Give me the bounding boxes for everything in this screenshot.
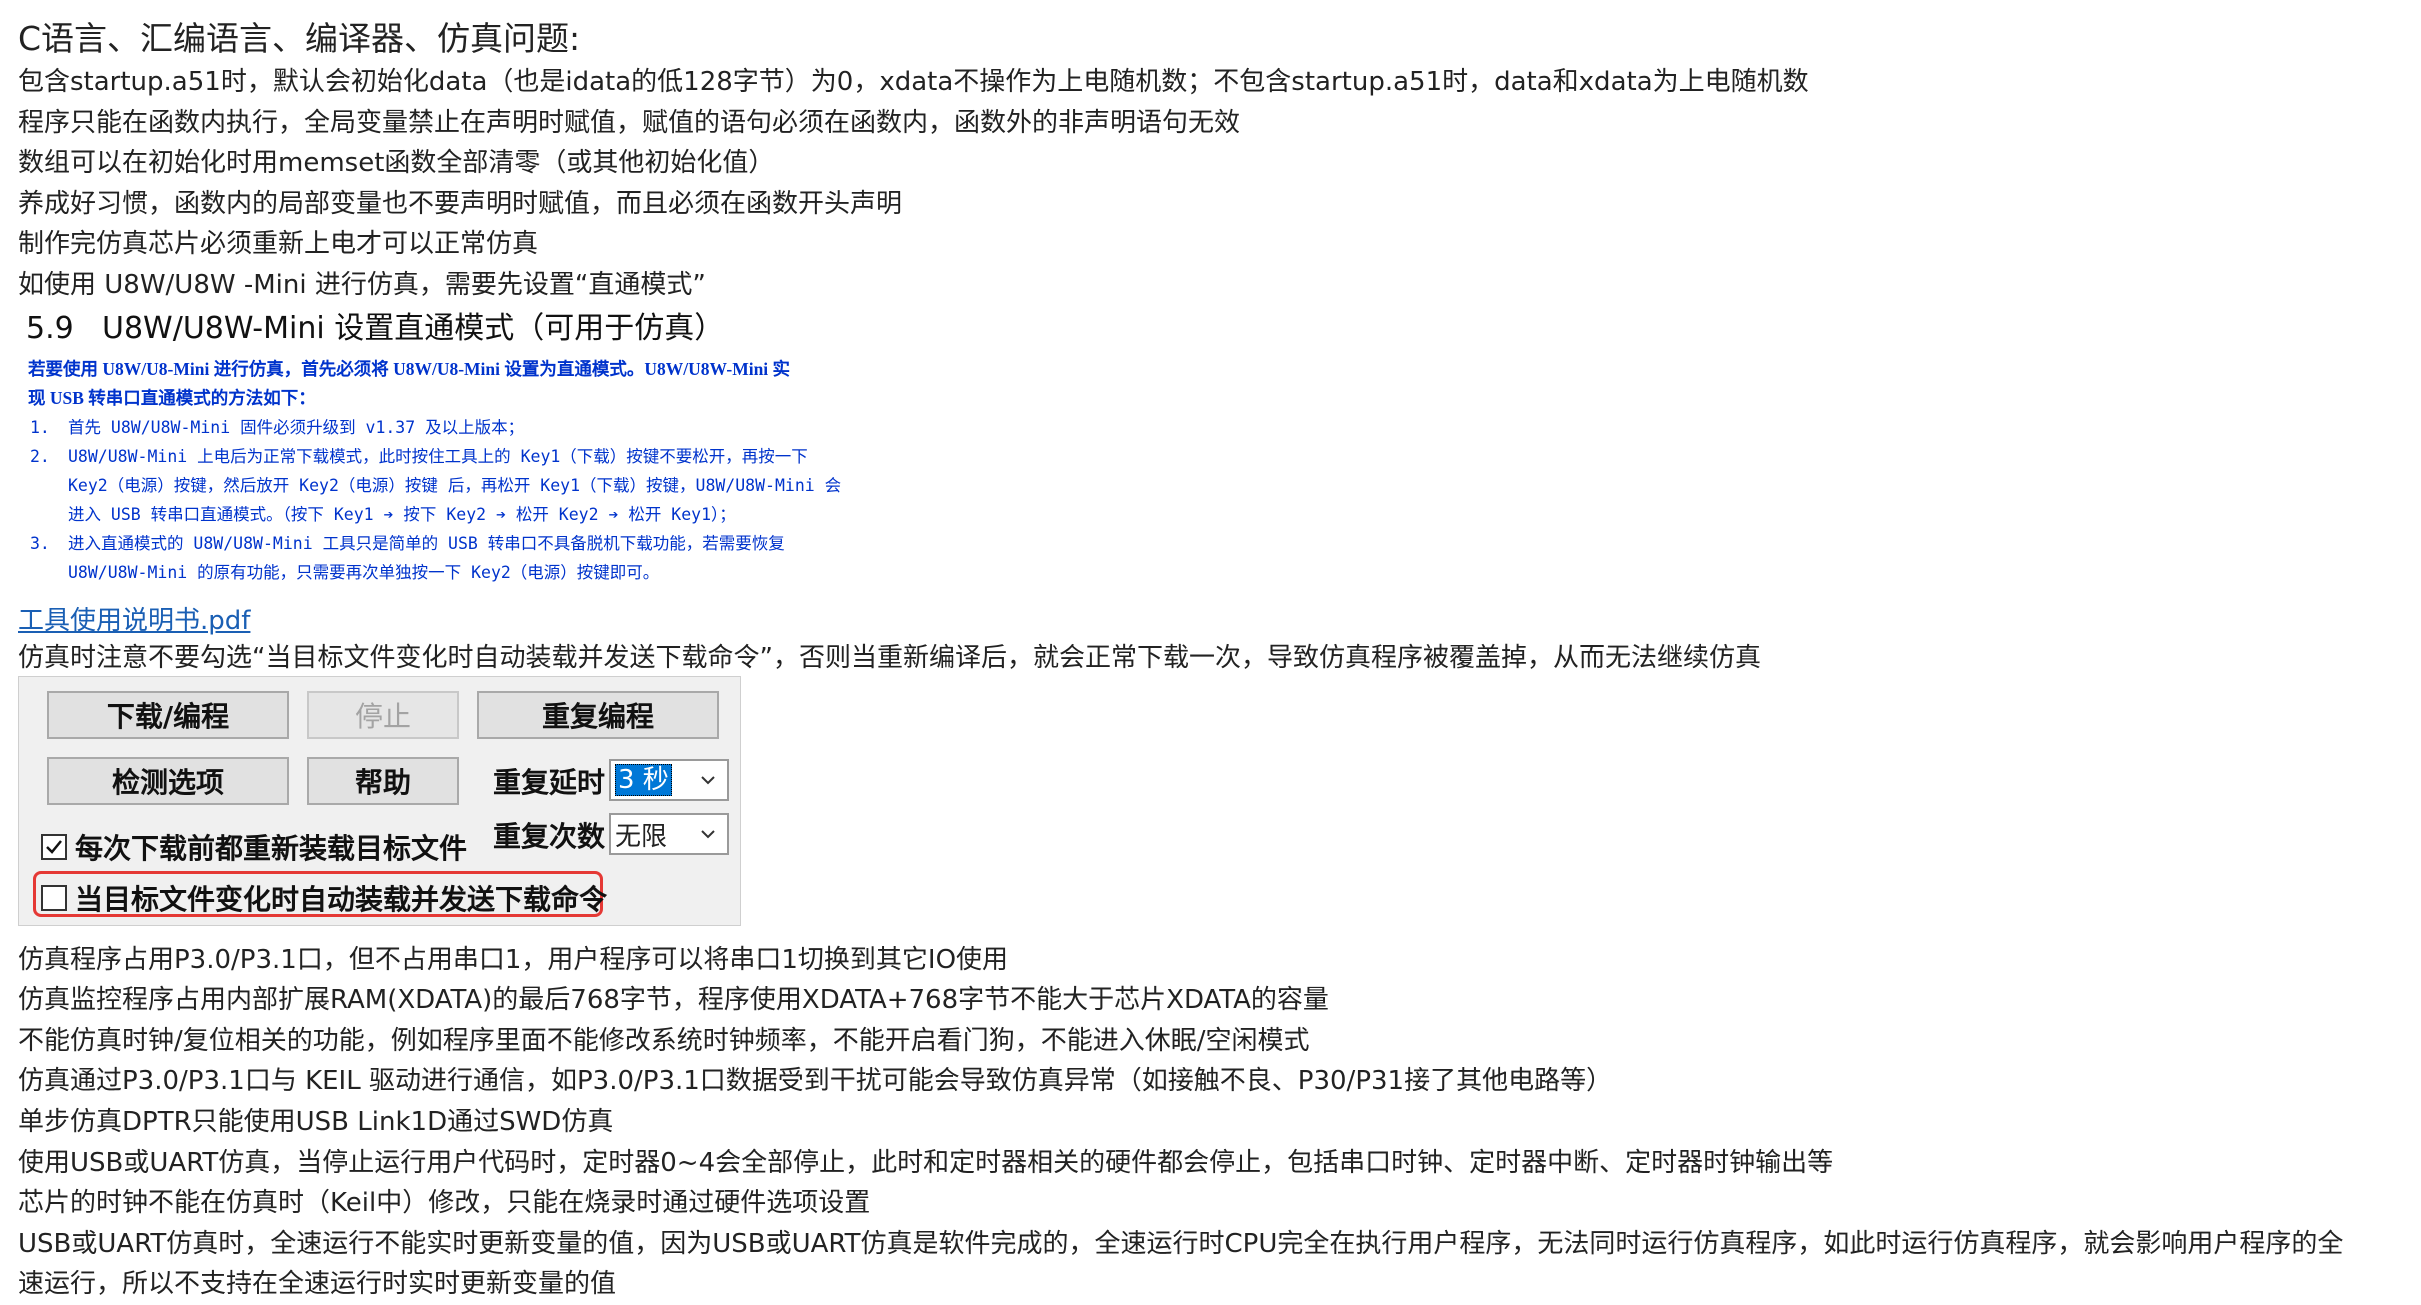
text-line: 不能仿真时钟/复位相关的功能，例如程序里面不能修改系统时钟频率，不能开启看门狗，… xyxy=(18,1026,1310,1056)
manual-pdf-link[interactable]: 工具使用说明书.pdf xyxy=(18,600,250,637)
item-line: U8W/U8W-Mini 上电后为正常下载模式，此时按住工具上的 Key1（下载… xyxy=(68,447,808,466)
text-line: 数组可以在初始化时用memset函数全部清零（或其他初始化值） xyxy=(18,148,775,178)
item-line: 进入直通模式的 U8W/U8W-Mini 工具只是简单的 USB 转串口不具备脱… xyxy=(68,534,785,553)
chevron-down-icon xyxy=(701,830,715,839)
reload-target-label: 每次下载前都重新装载目标文件 xyxy=(75,832,468,865)
instruction-item: 2. U8W/U8W-Mini 上电后为正常下载模式，此时按住工具上的 Key1… xyxy=(28,442,928,529)
text-line: 仿真监控程序占用内部扩展RAM(XDATA)的最后768字节，程序使用XDATA… xyxy=(18,985,1329,1015)
reload-target-checkbox[interactable]: 每次下载前都重新装载目标文件 xyxy=(41,827,467,867)
repeat-delay-select[interactable]: 3 秒 xyxy=(609,759,729,801)
text-line: 程序只能在函数内执行，全局变量禁止在声明时赋值，赋值的语句必须在函数内，函数外的… xyxy=(18,108,1241,138)
download-program-button[interactable]: 下载/编程 xyxy=(47,691,289,739)
text-line: 速运行，所以不支持在全速运行时实时更新变量的值 xyxy=(18,1269,617,1299)
warning-line: 仿真时注意不要勾选“当目标文件变化时自动装载并发送下载命令”，否则当重新编译后，… xyxy=(18,643,1761,673)
checkbox-box xyxy=(41,834,67,860)
repeat-delay-label: 重复延时 xyxy=(493,766,606,799)
item-number: 3. xyxy=(30,534,50,553)
repeat-program-button[interactable]: 重复编程 xyxy=(477,691,719,739)
page-title: C语言、汇编语言、编译器、仿真问题: xyxy=(18,19,581,58)
stop-button[interactable]: 停止 xyxy=(307,691,459,739)
instruction-intro-line: 现 USB 转串口直通模式的方法如下： xyxy=(28,388,316,408)
instruction-item: 3. 进入直通模式的 U8W/U8W-Mini 工具只是简单的 USB 转串口不… xyxy=(28,529,928,587)
text-line: 使用USB或UART仿真，当停止运行用户代码时，定时器0~4会全部停止，此时和定… xyxy=(18,1148,1834,1178)
repeat-delay-value: 3 秒 xyxy=(615,764,672,796)
item-line: 进入 USB 转串口直通模式。（按下 Key1 ➔ 按下 Key2 ➔ 松开 K… xyxy=(68,505,736,524)
repeat-count-select[interactable]: 无限 xyxy=(609,813,729,855)
item-line: U8W/U8W-Mini 的原有功能，只需要再次单独按一下 Key2（电源）按键… xyxy=(68,563,660,582)
document-page: C语言、汇编语言、编译器、仿真问题: 包含startup.a51时，默认会初始化… xyxy=(0,0,2421,1305)
text-line: 仿真通过P3.0/P3.1口与 KEIL 驱动进行通信，如P3.0/P3.1口数… xyxy=(18,1066,1613,1096)
chevron-down-icon xyxy=(701,776,715,785)
text-line: 芯片的时钟不能在仿真时（Keil中）修改，只能在烧录时通过硬件选项设置 xyxy=(18,1188,871,1218)
auto-load-send-checkbox[interactable]: 当目标文件变化时自动装载并发送下载命令 xyxy=(41,878,607,918)
item-number: 1. xyxy=(30,418,50,437)
text-line: 制作完仿真芯片必须重新上电才可以正常仿真 xyxy=(18,229,539,259)
help-button[interactable]: 帮助 xyxy=(307,757,459,805)
repeat-count-value: 无限 xyxy=(615,821,668,852)
instruction-intro-line: 若要使用 U8W/U8-Mini 进行仿真，首先必须将 U8W/U8-Mini … xyxy=(28,359,791,379)
section-title: U8W/U8W-Mini 设置直通模式（可用于仿真） xyxy=(102,311,725,346)
instruction-item: 1. 首先 U8W/U8W-Mini 固件必须升级到 v1.37 及以上版本； xyxy=(28,413,928,442)
auto-load-send-label: 当目标文件变化时自动装载并发送下载命令 xyxy=(75,883,608,916)
section-heading: 5.9 U8W/U8W-Mini 设置直通模式（可用于仿真） xyxy=(26,303,724,347)
check-options-button[interactable]: 检测选项 xyxy=(47,757,289,805)
text-line: 包含startup.a51时，默认会初始化data（也是idata的低128字节… xyxy=(18,67,1809,97)
item-line: Key2（电源）按键，然后放开 Key2（电源）按键 后，再松开 Key1（下载… xyxy=(68,476,842,495)
text-line: 单步仿真DPTR只能使用USB Link1D通过SWD仿真 xyxy=(18,1107,614,1137)
section-number: 5.9 xyxy=(26,311,74,346)
instruction-box: 若要使用 U8W/U8-Mini 进行仿真，首先必须将 U8W/U8-Mini … xyxy=(28,355,928,587)
item-line: 首先 U8W/U8W-Mini 固件必须升级到 v1.37 及以上版本； xyxy=(68,418,525,437)
text-line: 如使用 U8W/U8W -Mini 进行仿真，需要先设置“直通模式” xyxy=(18,270,706,300)
text-line: USB或UART仿真时，全速运行不能实时更新变量的值，因为USB或UART仿真是… xyxy=(18,1229,2344,1259)
text-line: 仿真程序占用P3.0/P3.1口，但不占用串口1，用户程序可以将串口1切换到其它… xyxy=(18,945,1009,975)
repeat-count-label: 重复次数 xyxy=(493,820,606,853)
programmer-settings-panel: 下载/编程 停止 重复编程 检测选项 帮助 重复延时 3 秒 重复次数 无限 每… xyxy=(18,676,741,926)
checkbox-box xyxy=(41,885,67,911)
checkmark-icon xyxy=(46,840,62,854)
text-line: 养成好习惯，函数内的局部变量也不要声明时赋值，而且必须在函数开头声明 xyxy=(18,189,903,219)
item-number: 2. xyxy=(30,447,50,466)
